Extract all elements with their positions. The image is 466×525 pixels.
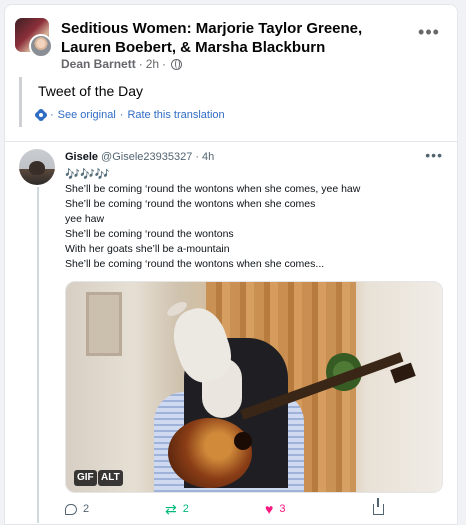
retweet-count: 2 — [182, 503, 189, 515]
alt-badge[interactable]: ALT — [98, 470, 123, 486]
meta-separator: · — [50, 109, 54, 121]
tweet-avatar[interactable] — [19, 149, 55, 185]
divider — [5, 141, 457, 142]
tweet-line: She’ll be coming ‘round the wontons — [65, 228, 234, 240]
tweet-handle[interactable]: @Gisele23935327 — [101, 151, 192, 163]
guitar-headstock-image — [390, 362, 416, 384]
post-time[interactable]: 2h — [146, 57, 159, 71]
tweet-more-button[interactable]: ••• — [425, 147, 443, 163]
globe-icon — [171, 58, 183, 70]
author-name[interactable]: Dean Barnett — [61, 57, 136, 71]
group-title[interactable]: Seditious Women: Marjorie Taylor Greene,… — [61, 19, 401, 57]
tweet-line: yee haw — [65, 213, 105, 225]
tweet-time[interactable]: 4h — [202, 151, 214, 163]
tweet-header: Gisele @Gisele23935327 · 4h — [65, 151, 214, 163]
tweet-display-name[interactable]: Gisele — [65, 151, 98, 163]
translation-bar: · See original · Rate this translation — [36, 109, 225, 121]
post-text: Tweet of the Day — [38, 83, 144, 99]
group-avatar[interactable] — [15, 18, 55, 58]
reply-count: 2 — [83, 503, 90, 515]
embedded-tweet[interactable]: Gisele @Gisele23935327 · 4h ••• 🎶🎶🎶 She’… — [15, 147, 447, 525]
tweet-line: She’ll be coming ‘round the wontons when… — [65, 198, 316, 210]
like-button[interactable]: ♥ 3 — [265, 501, 365, 517]
gear-icon — [36, 110, 46, 120]
tweet-line: She’ll be coming ‘round the wontons when… — [65, 183, 361, 195]
see-original-link[interactable]: See original — [58, 109, 116, 121]
tweet-line: With her goats she’ll be a-mountain — [65, 243, 230, 255]
retweet-button[interactable]: ⇄ 2 — [165, 501, 265, 517]
post-header: Seditious Women: Marjorie Taylor Greene,… — [15, 17, 445, 79]
share-icon — [373, 497, 384, 515]
tweet-line: 🎶🎶🎶 — [65, 167, 110, 181]
window-image — [86, 292, 122, 356]
guitar-hole-image — [234, 432, 252, 450]
meta-separator: · — [138, 57, 143, 71]
more-options-button[interactable]: ••• — [415, 23, 443, 45]
facebook-post-card: Seditious Women: Marjorie Taylor Greene,… — [4, 4, 458, 525]
retweet-icon: ⇄ — [165, 501, 177, 517]
thread-line — [37, 187, 39, 523]
reply-button[interactable]: 2 — [65, 503, 165, 515]
tweet-body: 🎶🎶🎶 She’ll be coming ‘round the wontons … — [65, 167, 435, 272]
reply-icon — [65, 503, 77, 515]
gif-badge: GIF — [74, 470, 97, 486]
meta-separator: · — [162, 57, 167, 71]
meta-separator: · — [195, 151, 199, 163]
tweet-gif[interactable]: GIF ALT — [65, 281, 443, 493]
user-avatar — [29, 34, 53, 58]
meta-separator: · — [119, 109, 124, 121]
tweet-actions: 2 ⇄ 2 ♥ 3 — [65, 497, 435, 519]
rate-translation-link[interactable]: Rate this translation — [127, 109, 224, 121]
guitar-body-image — [168, 418, 252, 488]
post-meta: Dean Barnett · 2h · — [61, 57, 183, 71]
share-button[interactable] — [369, 497, 384, 515]
like-count: 3 — [279, 503, 286, 515]
heart-icon: ♥ — [265, 501, 274, 517]
post-quote: Tweet of the Day · See original · Rate t… — [19, 77, 439, 127]
tweet-line: She’ll be coming ‘round the wontons when… — [65, 258, 325, 270]
